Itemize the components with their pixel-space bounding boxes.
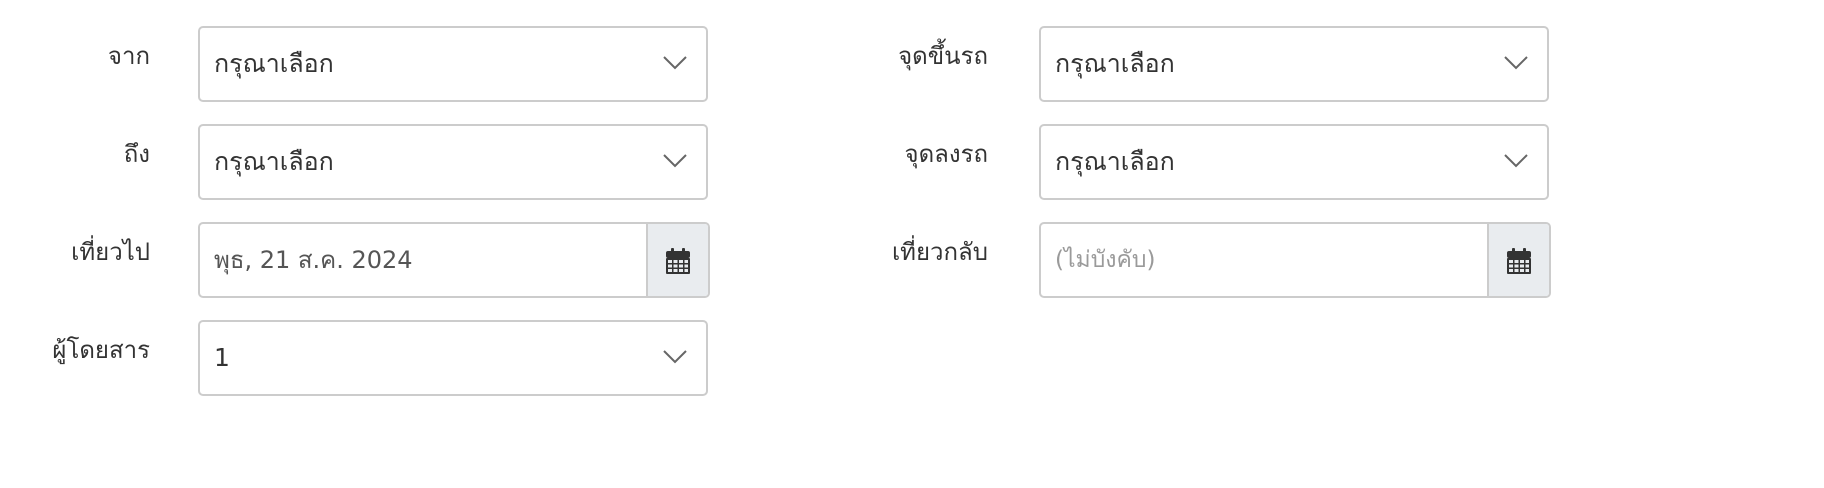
- chevron-down-icon: [663, 350, 687, 364]
- from-select-value: กรุณาเลือก: [214, 49, 334, 78]
- departure-date-input[interactable]: พุธ, 21 ส.ค. 2024: [198, 222, 710, 298]
- passengers-select[interactable]: 1: [198, 320, 708, 396]
- departure-label: เที่ยวไป: [71, 238, 150, 266]
- dropoff-select[interactable]: กรุณาเลือก: [1039, 124, 1549, 200]
- to-label: ถึง: [123, 140, 150, 168]
- chevron-down-icon: [663, 56, 687, 70]
- departure-calendar-button[interactable]: [646, 224, 708, 296]
- pickup-select[interactable]: กรุณาเลือก: [1039, 26, 1549, 102]
- chevron-down-icon: [663, 154, 687, 168]
- passengers-label: ผู้โดยสาร: [52, 336, 150, 364]
- from-label: จาก: [107, 42, 150, 70]
- return-date-input[interactable]: (ไม่บังคับ): [1039, 222, 1551, 298]
- from-select[interactable]: กรุณาเลือก: [198, 26, 708, 102]
- return-date-placeholder: (ไม่บังคับ): [1055, 247, 1156, 273]
- return-label: เที่ยวกลับ: [891, 238, 988, 266]
- return-calendar-button[interactable]: [1487, 224, 1549, 296]
- chevron-down-icon: [1504, 154, 1528, 168]
- dropoff-label: จุดลงรถ: [904, 140, 989, 168]
- calendar-icon: [666, 248, 690, 274]
- pickup-label: จุดขึ้นรถ: [898, 42, 988, 70]
- to-select[interactable]: กรุณาเลือก: [198, 124, 708, 200]
- calendar-icon: [1507, 248, 1531, 274]
- passengers-select-value: 1: [214, 343, 230, 372]
- dropoff-select-value: กรุณาเลือก: [1055, 147, 1175, 176]
- to-select-value: กรุณาเลือก: [214, 147, 334, 176]
- chevron-down-icon: [1504, 56, 1528, 70]
- pickup-select-value: กรุณาเลือก: [1055, 49, 1175, 78]
- departure-date-value: พุธ, 21 ส.ค. 2024: [214, 246, 413, 274]
